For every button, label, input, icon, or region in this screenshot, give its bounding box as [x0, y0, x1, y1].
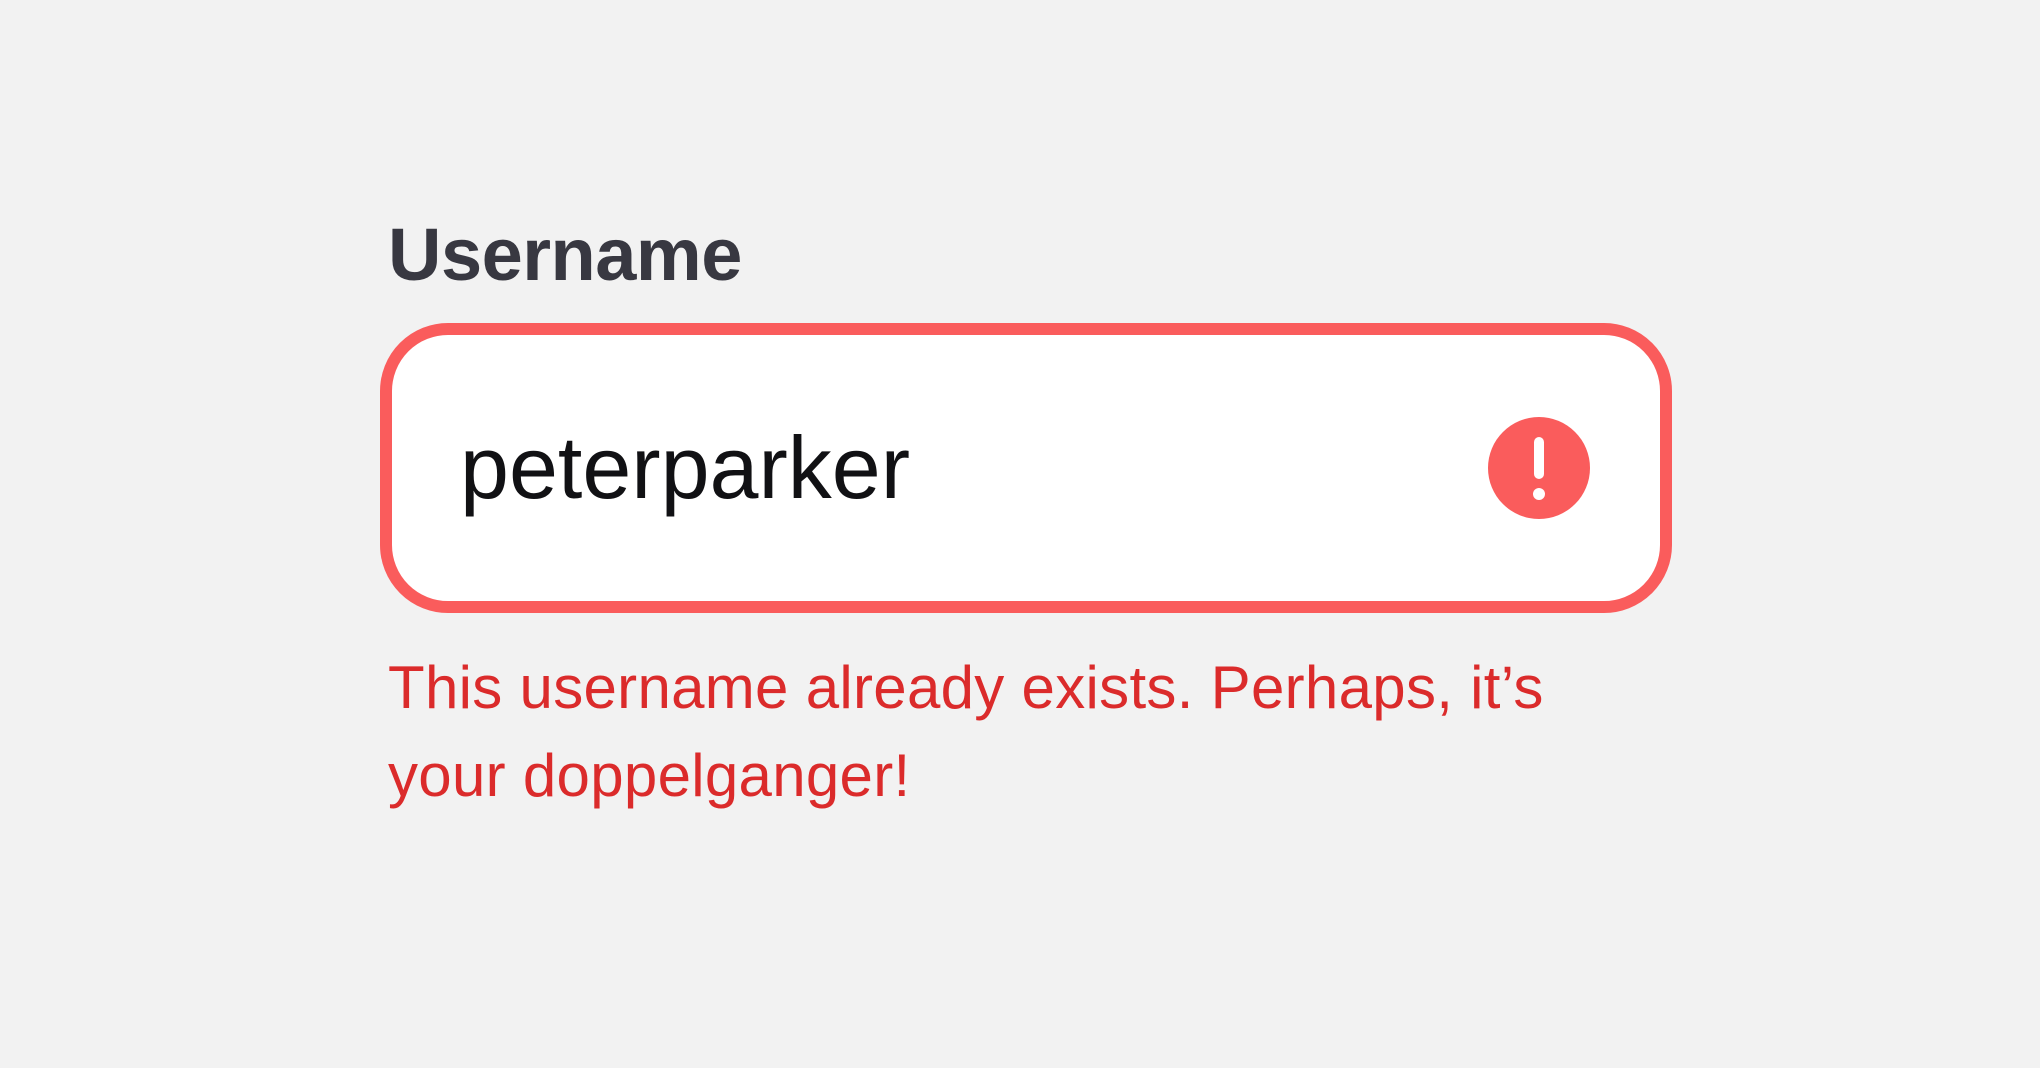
username-label: Username	[388, 213, 742, 296]
exclamation-bar	[1534, 437, 1544, 479]
username-input[interactable]	[460, 335, 1420, 601]
username-input-container[interactable]	[380, 323, 1672, 613]
exclamation-dot	[1533, 488, 1545, 500]
username-error-message: This username already exists. Perhaps, i…	[388, 654, 1544, 809]
alert-circle-icon	[1488, 417, 1590, 519]
